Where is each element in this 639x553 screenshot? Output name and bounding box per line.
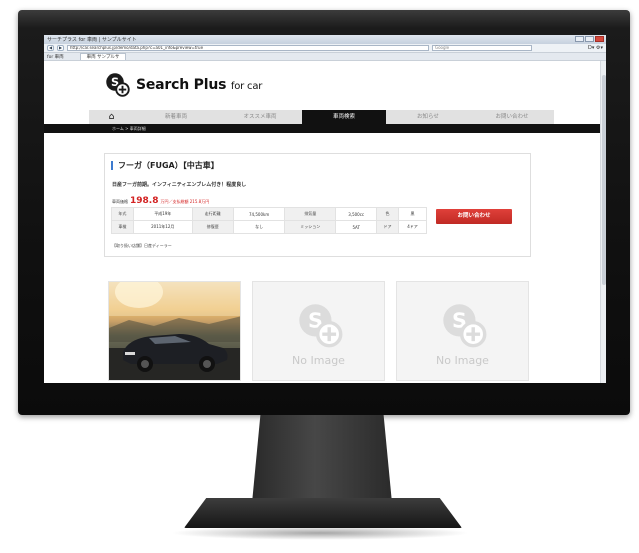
spec-header: 年式: [111, 207, 134, 221]
breadcrumb-bar: ホーム > 車両詳細: [44, 124, 600, 133]
forward-arrow-icon[interactable]: ▶: [57, 45, 64, 51]
spec-header: ミッション: [284, 220, 337, 234]
vehicle-description: 日産フーガ前期。インフィニティエンブレム付き！程度良し: [112, 182, 247, 188]
close-button[interactable]: [595, 36, 604, 42]
table-row: 年式 平成19年 走行距離 74,500km 排気量 3,500cc 色 黒: [111, 207, 428, 221]
spec-value: 3,500cc: [335, 207, 378, 221]
browser-tools-menu[interactable]: D▾ ⚙▾: [588, 45, 603, 51]
dealer-info: 【取り扱い店舗】日産ディーラー: [112, 243, 172, 248]
spec-header: 走行距離: [191, 207, 234, 221]
browser-tab-bar: for 車両 車両 サンプルサ: [44, 53, 606, 61]
active-tab[interactable]: 車両 サンプルサ: [79, 53, 127, 60]
stand-shadow: [170, 526, 470, 540]
monitor-stand-neck: [252, 415, 392, 503]
table-row: 車検 2011年12月 修復歴 なし ミッション 5AT ドア 4ドア: [111, 220, 428, 234]
browser-title-bar: サーチプラス for 車両 | サンプルサイト: [44, 35, 606, 44]
monitor-stand-base: [184, 498, 462, 528]
vertical-scrollbar[interactable]: [600, 61, 606, 383]
spec-value: 4ドア: [397, 220, 428, 234]
window-title: サーチプラス for 車両 | サンプルサイト: [47, 37, 137, 43]
spec-value: 74,500km: [232, 207, 286, 221]
vehicle-photo[interactable]: [108, 281, 241, 381]
nav-vehicle-search[interactable]: 車両検索: [302, 110, 386, 124]
nav-recommended[interactable]: オススメ車両: [218, 110, 302, 124]
price-row: 車両価格 198.8 万円／支払総額 215.8万円: [112, 196, 209, 206]
monitor-scene: サーチプラス for 車両 | サンプルサイト ◀ ▶ http://car.s…: [0, 0, 639, 553]
site-logo[interactable]: S Search Plus for car: [105, 72, 262, 97]
browser-search-input[interactable]: Google: [432, 45, 532, 51]
vehicle-title: フーガ（FUGA）【中古車】: [111, 161, 219, 170]
image-gallery: S No Image S No Image: [108, 281, 529, 381]
inquiry-button[interactable]: お問い合わせ: [436, 209, 512, 224]
spec-value: 平成19年: [132, 207, 193, 221]
noimage-logo-icon: S: [299, 304, 343, 348]
breadcrumb[interactable]: ホーム > 車両詳細: [112, 126, 146, 132]
gallery-noimage[interactable]: S No Image: [252, 281, 385, 381]
maximize-button[interactable]: [585, 36, 594, 42]
nav-news[interactable]: お知らせ: [386, 110, 470, 124]
nav-contact[interactable]: お問い合わせ: [470, 110, 554, 124]
web-page: S Search Plus for car ⌂ 新着車両 オススメ車両 車両検索…: [44, 61, 606, 383]
address-bar[interactable]: http://car.searchplus.jp/demo/data.php?c…: [67, 45, 429, 51]
vehicle-price: 198.8: [130, 196, 159, 206]
spec-header: 車検: [111, 220, 134, 234]
scrollbar-thumb[interactable]: [602, 75, 606, 285]
monitor-screen: サーチプラス for 車両 | サンプルサイト ◀ ▶ http://car.s…: [44, 35, 606, 383]
search-plus-logo-icon: S: [106, 73, 130, 97]
gallery-noimage[interactable]: S No Image: [396, 281, 529, 381]
nav-new-arrivals[interactable]: 新着車両: [134, 110, 218, 124]
site-logo-text: Search Plus for car: [136, 76, 263, 93]
noimage-label: No Image: [436, 354, 489, 367]
spec-value: 2011年12月: [132, 220, 193, 234]
spec-value: なし: [232, 220, 286, 234]
spec-header: 修復歴: [191, 220, 234, 234]
minimize-button[interactable]: [575, 36, 584, 42]
noimage-label: No Image: [292, 354, 345, 367]
window-controls: [575, 36, 604, 42]
car-photo-image: [109, 282, 240, 380]
spec-header: 排気量: [284, 207, 337, 221]
browser-nav-bar: ◀ ▶ http://car.searchplus.jp/demo/data.p…: [44, 44, 606, 53]
vehicle-detail-card: フーガ（FUGA）【中古車】 日産フーガ前期。インフィニティエンブレム付き！程度…: [104, 153, 531, 257]
price-label: 車両価格: [112, 199, 128, 204]
price-unit: 万円／支払総額 215.8万円: [160, 199, 210, 204]
monitor-bezel-highlight: [18, 10, 630, 28]
favorites-tab[interactable]: for 車両: [47, 54, 64, 60]
home-icon[interactable]: ⌂: [89, 110, 134, 124]
spec-header: ドア: [376, 220, 399, 234]
spec-value: 黒: [397, 207, 428, 221]
spec-header: 色: [376, 207, 399, 221]
spec-table: 年式 平成19年 走行距離 74,500km 排気量 3,500cc 色 黒 車…: [111, 207, 428, 234]
spec-value: 5AT: [335, 220, 378, 234]
global-nav: ⌂ 新着車両 オススメ車両 車両検索 お知らせ お問い合わせ: [89, 110, 554, 124]
noimage-logo-icon: S: [443, 304, 487, 348]
back-arrow-icon[interactable]: ◀: [47, 45, 54, 51]
